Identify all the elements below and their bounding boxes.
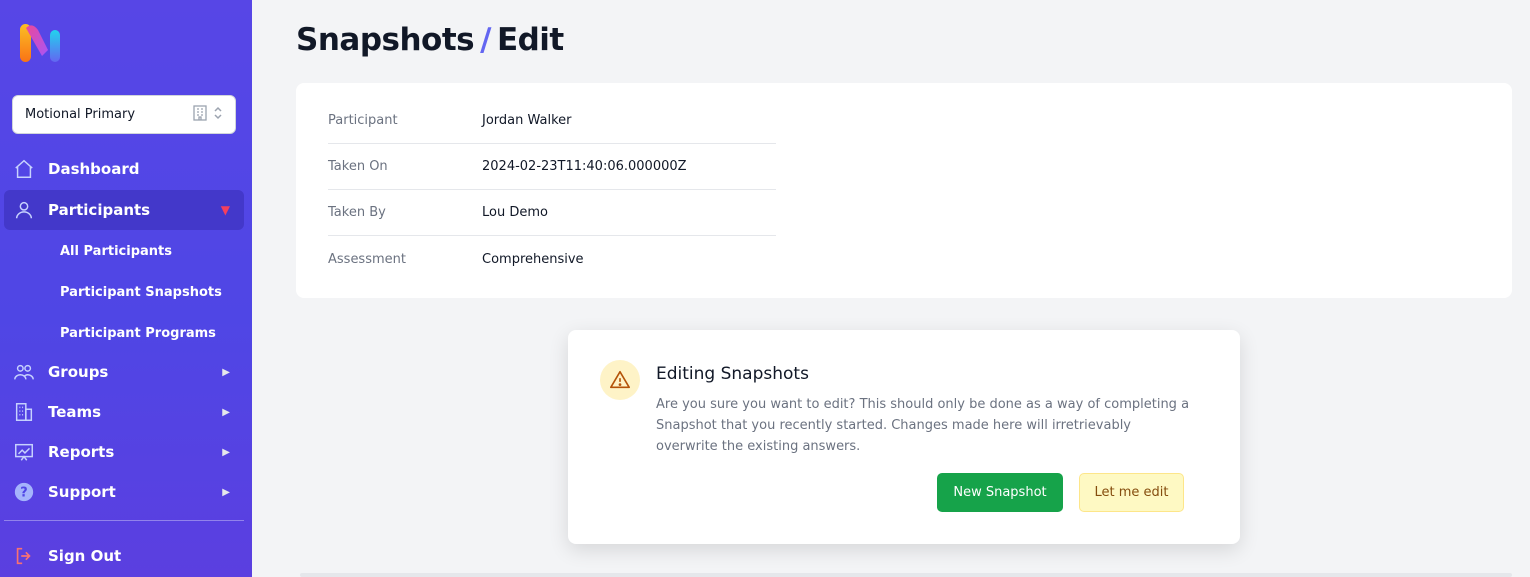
chevron-up-down-icon bbox=[213, 106, 223, 124]
nav-participant-snapshots[interactable]: Participant Snapshots bbox=[60, 285, 222, 300]
edit-confirmation-dialog: Editing Snapshots Are you sure you want … bbox=[568, 330, 1240, 544]
detail-value: Lou Demo bbox=[482, 205, 548, 220]
building-icon bbox=[193, 104, 207, 125]
breadcrumb-section[interactable]: Snapshots bbox=[296, 22, 475, 58]
sidebar: Motional Primary Dashboard Participants … bbox=[0, 0, 252, 577]
nav-dashboard-label: Dashboard bbox=[48, 160, 140, 178]
caret-right-icon: ▶ bbox=[222, 366, 230, 378]
nav-support-label: Support bbox=[48, 483, 116, 501]
nav-groups-label: Groups bbox=[48, 363, 109, 381]
detail-row: Taken On 2024-02-23T11:40:06.000000Z bbox=[328, 144, 776, 190]
logout-icon bbox=[12, 544, 36, 568]
workspace-label: Motional Primary bbox=[25, 107, 136, 122]
detail-value: Jordan Walker bbox=[482, 113, 572, 128]
users-icon bbox=[12, 360, 36, 384]
breadcrumb-page: Edit bbox=[496, 22, 564, 58]
detail-value: Comprehensive bbox=[482, 251, 584, 267]
nav-sign-out[interactable]: Sign Out bbox=[4, 536, 244, 576]
user-icon bbox=[12, 198, 36, 222]
nav-participants[interactable]: Participants ▼ bbox=[4, 190, 244, 230]
caret-down-icon: ▼ bbox=[220, 203, 230, 217]
nav-groups[interactable]: Groups ▶ bbox=[4, 352, 244, 392]
svg-text:?: ? bbox=[20, 486, 27, 501]
detail-row: Taken By Lou Demo bbox=[328, 190, 776, 236]
caret-right-icon: ▶ bbox=[222, 486, 230, 498]
nav-teams[interactable]: Teams ▶ bbox=[4, 392, 244, 432]
nav-reports[interactable]: Reports ▶ bbox=[4, 432, 244, 472]
dialog-title: Editing Snapshots bbox=[656, 364, 809, 384]
detail-key: Taken On bbox=[328, 159, 388, 174]
dialog-message: Are you sure you want to edit? This shou… bbox=[656, 397, 1190, 454]
nav-participant-programs[interactable]: Participant Programs bbox=[60, 326, 216, 341]
content-edge bbox=[300, 573, 1512, 577]
caret-right-icon: ▶ bbox=[222, 446, 230, 458]
caret-right-icon: ▶ bbox=[222, 406, 230, 418]
nav-participants-label: Participants bbox=[48, 201, 151, 219]
detail-row: Assessment Comprehensive bbox=[328, 236, 776, 282]
nav-teams-label: Teams bbox=[48, 403, 102, 421]
snapshot-details-card: Participant Jordan Walker Taken On 2024-… bbox=[296, 83, 1512, 298]
detail-row: Participant Jordan Walker bbox=[328, 98, 776, 144]
nav-all-participants[interactable]: All Participants bbox=[60, 244, 172, 259]
office-building-icon bbox=[12, 400, 36, 424]
detail-key: Assessment bbox=[328, 251, 406, 267]
sidebar-divider bbox=[4, 520, 244, 521]
chart-presentation-icon bbox=[12, 440, 36, 464]
warning-icon bbox=[600, 360, 640, 400]
home-icon bbox=[12, 157, 36, 181]
workspace-selector[interactable]: Motional Primary bbox=[12, 95, 236, 134]
detail-value: 2024-02-23T11:40:06.000000Z bbox=[482, 159, 687, 174]
nav-sign-out-label: Sign Out bbox=[48, 547, 122, 565]
new-snapshot-button[interactable]: New Snapshot bbox=[937, 473, 1063, 512]
nav-reports-label: Reports bbox=[48, 443, 115, 461]
detail-key: Participant bbox=[328, 113, 398, 128]
nav-dashboard[interactable]: Dashboard bbox=[4, 149, 244, 189]
detail-key: Taken By bbox=[328, 205, 386, 220]
let-me-edit-button[interactable]: Let me edit bbox=[1079, 473, 1184, 512]
breadcrumb-separator: / bbox=[480, 22, 491, 58]
motional-logo-icon[interactable] bbox=[18, 20, 64, 64]
page-title: Snapshots / Edit bbox=[296, 22, 564, 58]
question-circle-icon: ? bbox=[12, 480, 36, 504]
nav-support[interactable]: ? Support ▶ bbox=[4, 472, 244, 512]
